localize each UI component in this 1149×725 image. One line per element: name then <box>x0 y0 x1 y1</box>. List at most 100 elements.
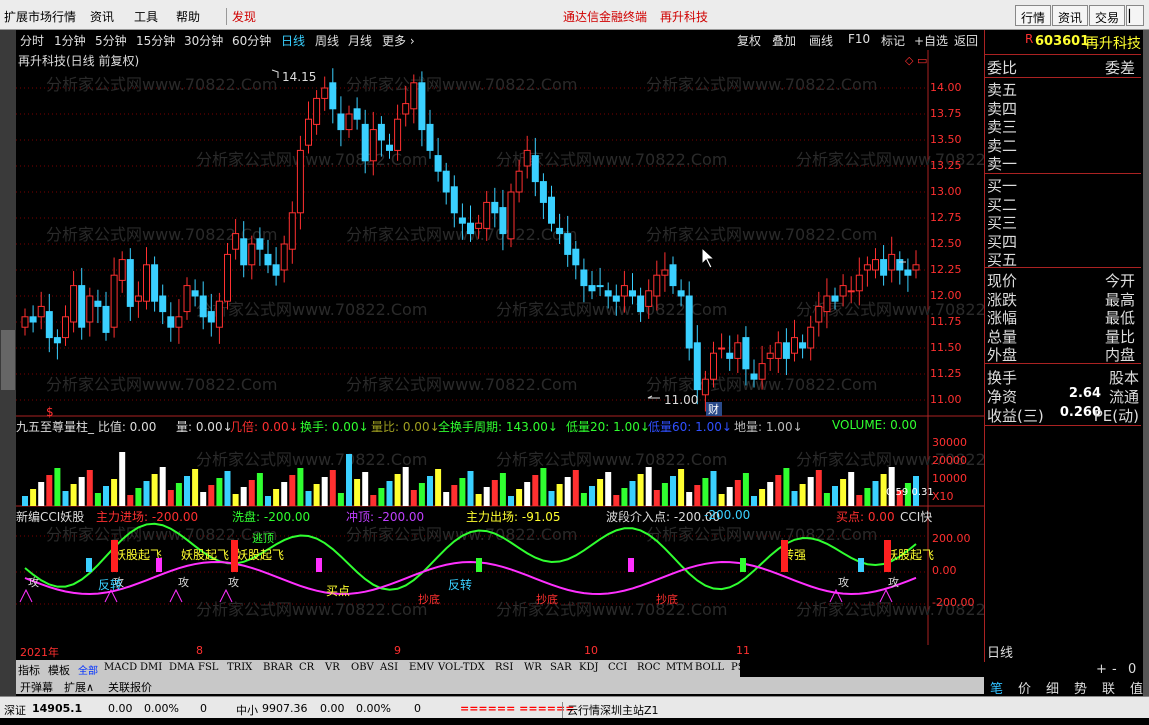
candle-body <box>653 274 661 297</box>
indicator-tab[interactable]: MCST <box>760 662 791 673</box>
period-tab-5min[interactable]: 5分钟 <box>95 32 127 49</box>
candle-body <box>588 285 596 292</box>
indicator-tab[interactable]: VR <box>325 662 340 673</box>
kline-chart-area[interactable]: 分析家公式网www.70822.Com 分析家公式网www.70822.Com 分析… <box>16 50 984 660</box>
indicator-tab[interactable]: DMI <box>140 662 162 673</box>
volume-values: 0.59 0.31 <box>886 487 934 498</box>
indicator-tab[interactable]: 指标 <box>18 662 40 678</box>
indicator-tab[interactable]: MACD <box>104 662 137 673</box>
quote-button[interactable]: 行情 <box>1015 5 1052 26</box>
tool-draw[interactable]: 画线 <box>809 32 833 49</box>
candle-body <box>685 295 693 349</box>
menu-item-market[interactable]: 扩展市场行情 <box>4 8 76 25</box>
cci-signal-bar <box>86 558 92 572</box>
indicator-tab[interactable]: TRIX <box>227 662 252 673</box>
tool-fuquan[interactable]: 复权 <box>737 32 761 49</box>
period-tab-daily[interactable]: 日线 <box>281 32 305 49</box>
indicator-tab[interactable]: WR <box>524 662 542 673</box>
right-scrollbar[interactable] <box>1143 30 1149 696</box>
volume-bar <box>265 496 271 506</box>
indicator-tab[interactable]: 模板 <box>48 662 70 678</box>
period-tab-weekly[interactable]: 周线 <box>315 32 339 49</box>
watermark-text: 分析家公式网www.70822.Com <box>496 300 727 319</box>
cci-indicator-header: 新编CCI妖股 主力进场: -200.00 洗盘: -200.00 冲顶: -200.… <box>16 508 936 524</box>
candle-body <box>531 155 539 183</box>
menu-item-tools[interactable]: 工具 <box>134 8 158 25</box>
menu-item-help[interactable]: 帮助 <box>176 8 200 25</box>
panel-resize-controls[interactable]: + -0 <box>984 662 1143 677</box>
indicator-tab[interactable]: EMV <box>409 662 434 673</box>
candle-body <box>839 285 847 297</box>
tool-overlay[interactable]: 叠加 <box>772 32 796 49</box>
mouse-cursor <box>701 246 716 269</box>
period-tab-monthly[interactable]: 月线 <box>348 32 372 49</box>
volume-bar <box>289 475 296 506</box>
candle-body <box>604 290 612 297</box>
candle-body <box>539 181 547 203</box>
menu-item-discover[interactable]: 发现 <box>226 8 256 25</box>
period-tab-15min[interactable]: 15分钟 <box>136 32 175 49</box>
indicator-tab[interactable]: ROC <box>637 662 660 673</box>
candle-body <box>815 305 823 323</box>
danmu-button[interactable]: 开弹幕 <box>20 679 53 695</box>
volume-bar <box>62 491 69 506</box>
volume-bar <box>103 486 109 506</box>
indicator-tab[interactable]: 全部 <box>78 662 98 677</box>
candle-body <box>377 123 385 141</box>
tool-f10[interactable]: F10 <box>848 32 870 46</box>
tool-add-watchlist[interactable]: +自选 <box>914 32 948 49</box>
stat-label: 净资 <box>987 388 1018 406</box>
candle-body <box>369 129 377 162</box>
date-axis-tick: 8 <box>196 644 203 657</box>
candle-body <box>507 191 515 240</box>
indicator-tab[interactable]: ASI <box>380 662 398 673</box>
indicator-tab[interactable]: DMA <box>169 662 194 673</box>
volume-bar <box>313 484 320 506</box>
expand-button[interactable]: 扩展∧ <box>64 679 94 695</box>
indicator-tab[interactable]: RSI <box>495 662 513 673</box>
volume-bar <box>726 487 733 506</box>
tab-lian[interactable]: 联 <box>1102 678 1115 697</box>
tab-zhi[interactable]: 值 <box>1130 678 1143 697</box>
volume-bar <box>159 467 166 506</box>
indicator-tab[interactable]: MTM <box>666 662 693 673</box>
candle-body <box>402 103 410 115</box>
period-tab-fenshi[interactable]: 分时 <box>20 32 44 49</box>
sidebar-toggle[interactable] <box>1 330 15 390</box>
volume-bar <box>151 474 158 506</box>
watermark-text: 分析家公式网www.70822.Com <box>46 525 277 544</box>
tool-mark[interactable]: 标记 <box>881 32 905 49</box>
indicator-tab[interactable]: CCI <box>608 662 627 673</box>
indicator-tab[interactable]: KDJ <box>579 662 599 673</box>
chart-config-icon[interactable]: ◇ ▭ <box>905 54 927 67</box>
indicator-tab[interactable]: FSL <box>198 662 218 673</box>
tab-bi[interactable]: 笔 <box>990 678 1003 697</box>
server-status[interactable]: 云行情深圳主站Z1 <box>562 702 659 718</box>
watermark-text: 分析家公式网www.70822.Com <box>196 150 427 169</box>
indicator-tab[interactable]: PSY <box>731 662 751 673</box>
volume-indicator-value: 九五至尊量柱_ 比值: 0.00 <box>16 420 157 434</box>
tab-shi[interactable]: 势 <box>1074 678 1087 697</box>
volume-bar <box>127 495 134 506</box>
tab-xi[interactable]: 细 <box>1046 678 1059 697</box>
tool-back[interactable]: 返回 <box>954 32 978 49</box>
period-tab-1min[interactable]: 1分钟 <box>54 32 86 49</box>
news-button[interactable]: 资讯 <box>1052 5 1089 26</box>
wei-cha-label: 委差 <box>1104 59 1135 77</box>
indicator-tab[interactable]: SAR <box>550 662 572 673</box>
tab-jia[interactable]: 价 <box>1018 678 1031 697</box>
indicator-tab[interactable]: BRAR <box>263 662 293 673</box>
window-control[interactable]: ▏ <box>1126 5 1144 26</box>
period-tab-30min[interactable]: 30分钟 <box>184 32 223 49</box>
menu-item-news[interactable]: 资讯 <box>90 8 114 25</box>
stat-row: 净资 2.64 流通 <box>985 386 1141 406</box>
trade-button[interactable]: 交易 <box>1089 5 1126 26</box>
period-tab-60min[interactable]: 60分钟 <box>232 32 271 49</box>
indicator-tab[interactable]: BOLL <box>695 662 724 673</box>
period-tab-more[interactable]: 更多 › <box>382 32 415 49</box>
indicator-tab[interactable]: OBV <box>351 662 374 673</box>
indicator-tab[interactable]: VOL-TDX <box>438 662 485 673</box>
candle-body <box>175 316 183 328</box>
indicator-tab[interactable]: CR <box>299 662 314 673</box>
related-quote-button[interactable]: 关联报价 <box>108 679 152 695</box>
